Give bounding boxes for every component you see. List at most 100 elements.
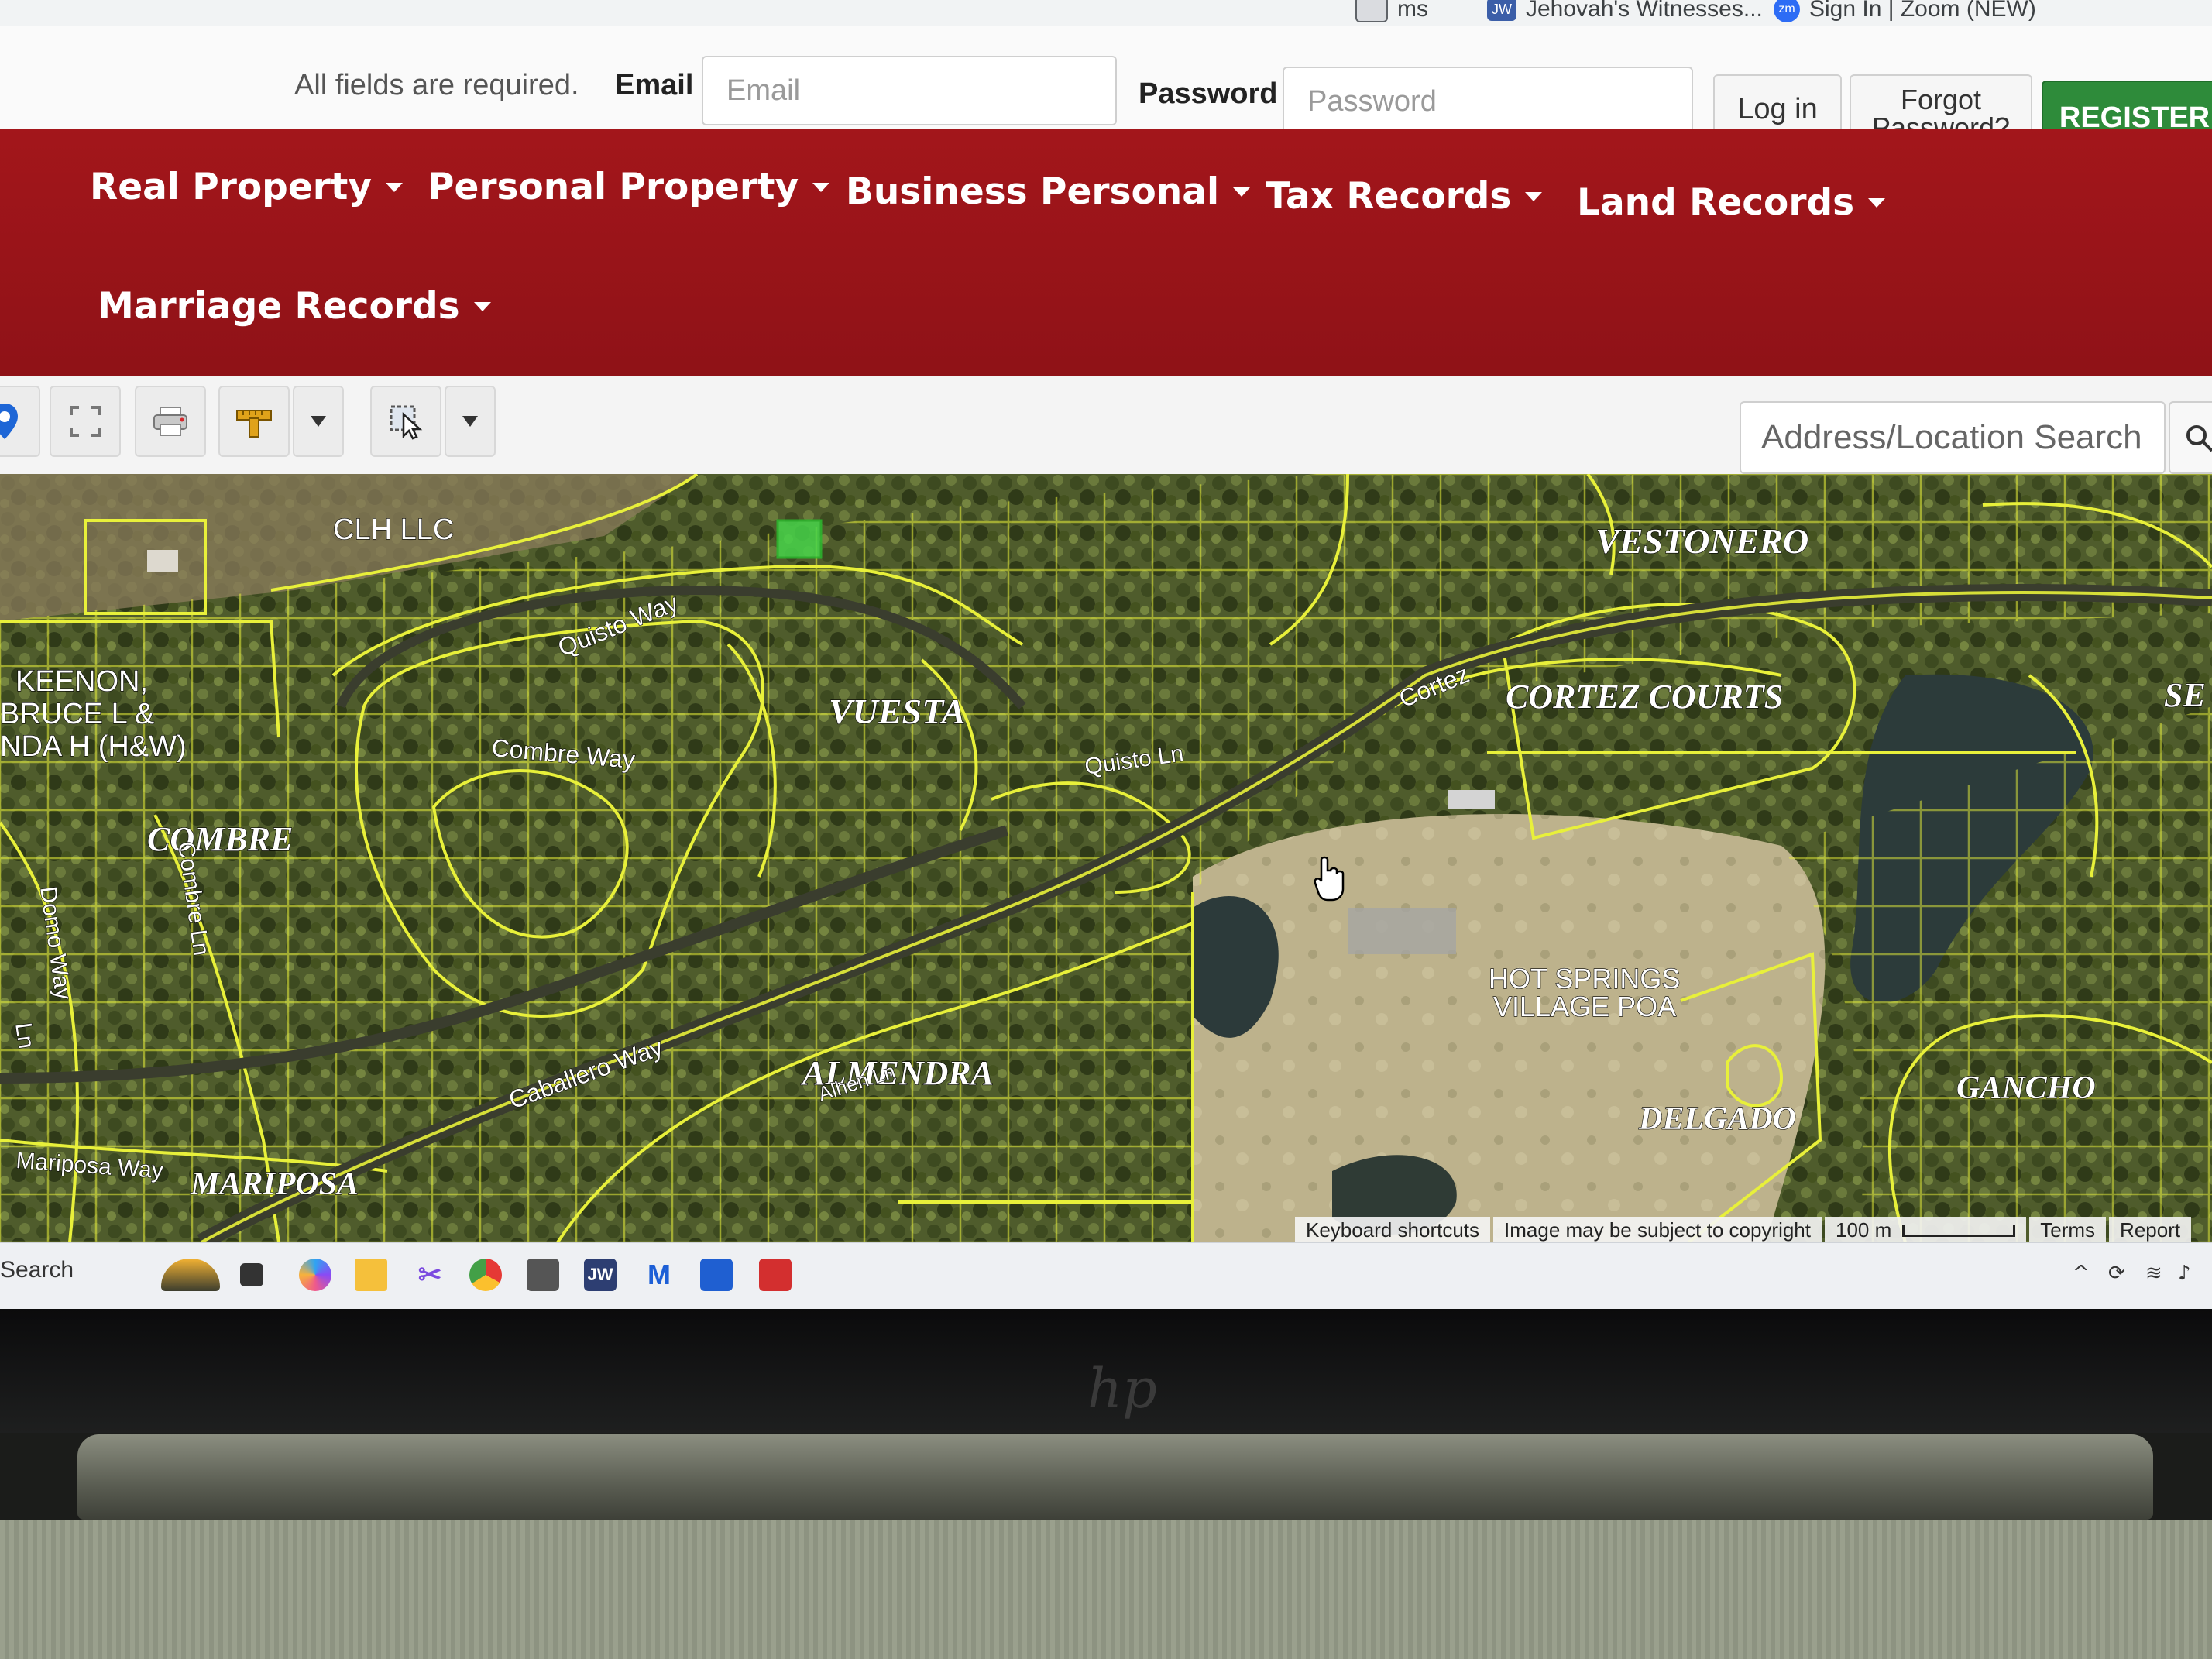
bookmark-label: Jehovah's Witnesses... (1526, 0, 1763, 22)
laptop-deck (0, 1520, 2212, 1659)
map-canvas[interactable]: CLH LLC KEENON, BRUCE L & NDA H (H&W) VE… (0, 474, 2212, 1242)
building (1448, 790, 1495, 809)
nav-label: Land Records (1577, 181, 1855, 224)
chevron-down-icon (473, 301, 491, 311)
locate-button[interactable] (0, 386, 40, 457)
chevron-down-icon (1233, 187, 1251, 197)
nav-label: Business Personal (846, 170, 1220, 213)
nav-label: Real Property (90, 166, 372, 208)
taskbar: Search ✂ JW M ^ ⟳ ≋ ♪ (0, 1242, 2212, 1309)
chrome-icon[interactable] (469, 1259, 502, 1291)
folder-icon (1355, 0, 1388, 22)
acrobat-icon[interactable] (759, 1259, 792, 1291)
sync-icon[interactable]: ⟳ (2108, 1262, 2125, 1285)
golf-course (1193, 814, 1826, 1242)
scale-label: 100 m (1836, 1218, 1892, 1242)
measure-dropdown[interactable] (293, 386, 344, 457)
volume-icon[interactable]: ♪ (2178, 1262, 2191, 1285)
scale-indicator: 100 m (1825, 1216, 2027, 1244)
bookmark-zoom[interactable]: zm Sign In | Zoom (NEW) (1774, 0, 2036, 25)
expand-icon (70, 406, 101, 437)
map-label-vestonero: VESTONERO (1595, 521, 1808, 561)
file-explorer-icon[interactable] (355, 1259, 387, 1291)
map-label-keenon: KEENON, (15, 665, 148, 698)
map-label-keenon: BRUCE L & (0, 698, 154, 730)
nav-tax-records[interactable]: Tax Records (1266, 175, 1543, 218)
address-search-input[interactable] (1740, 401, 2166, 474)
chevron-down-icon (1868, 198, 1886, 208)
keyboard-shortcuts-link[interactable]: Keyboard shortcuts (1295, 1216, 1491, 1244)
app-icon[interactable] (527, 1259, 559, 1291)
selected-parcel[interactable] (776, 519, 823, 559)
clubhouse (1348, 908, 1456, 954)
parcel-map[interactable]: CLH LLC KEENON, BRUCE L & NDA H (H&W) VE… (0, 474, 2212, 1242)
nav-land-records[interactable]: Land Records (1577, 181, 1886, 224)
hp-logo-icon: hp (1087, 1357, 1157, 1420)
chevron-down-icon (462, 416, 478, 427)
map-label-se: SE (2164, 676, 2206, 714)
password-label: Password (1139, 77, 1278, 110)
chevron-down-icon (311, 416, 326, 427)
chevron-down-icon (812, 182, 830, 192)
map-label-combre: COMBRE (147, 820, 293, 858)
select-tool-dropdown[interactable] (445, 386, 496, 457)
printer-icon (153, 407, 187, 436)
map-label-delgado: DELGADO (1638, 1101, 1796, 1137)
map-label-ln: Ln (10, 1021, 39, 1050)
bookmark-ms[interactable]: ms (1355, 0, 1428, 25)
full-extent-button[interactable] (50, 386, 121, 457)
map-label-keenon: NDA H (H&W) (0, 730, 187, 763)
login-bar: All fields are required. Email Password … (0, 26, 2212, 155)
map-label-hsv: VILLAGE POA (1493, 991, 1676, 1022)
report-link[interactable]: Report (2109, 1216, 2192, 1244)
bookmark-jw[interactable]: JW Jehovah's Witnesses... (1487, 0, 1763, 25)
bookmark-label: Sign In | Zoom (NEW) (1809, 0, 2036, 22)
email-field[interactable] (702, 56, 1117, 125)
snipping-tool-icon[interactable]: ✂ (414, 1259, 446, 1291)
print-button[interactable] (135, 386, 206, 457)
wifi-icon[interactable]: ≋ (2145, 1262, 2162, 1285)
chevron-down-icon (1525, 191, 1543, 201)
taskbar-search[interactable]: Search (0, 1257, 74, 1283)
measure-button[interactable] (218, 386, 290, 457)
chevron-up-icon[interactable]: ^ (2073, 1262, 2090, 1285)
task-view-icon[interactable] (240, 1263, 263, 1286)
bookmark-label: ms (1397, 0, 1428, 22)
password-field[interactable] (1283, 67, 1693, 136)
chevron-down-icon (385, 182, 403, 192)
nav-real-property[interactable]: Real Property (90, 166, 403, 208)
nav-personal-property[interactable]: Personal Property (428, 166, 830, 208)
map-label-hsv: HOT SPRINGS (1489, 963, 1680, 994)
email-label: Email (615, 69, 694, 101)
select-tool-button[interactable] (370, 386, 441, 457)
calendar-app-icon[interactable] (700, 1259, 733, 1291)
select-cursor-icon (390, 405, 423, 440)
map-toolbar (0, 376, 2212, 475)
jw-icon: JW (1487, 0, 1516, 21)
map-label-cortez-courts: CORTEZ COURTS (1506, 678, 1783, 716)
zoom-icon: zm (1774, 0, 1800, 22)
map-pin-icon (0, 404, 18, 439)
search-icon (2186, 425, 2212, 452)
nav-marriage-records[interactable]: Marriage Records (98, 285, 491, 328)
map-label-gancho: GANCHO (1956, 1070, 2096, 1106)
map-label-vuesta: VUESTA (829, 692, 965, 731)
building (147, 550, 178, 572)
scale-bar (1902, 1225, 2016, 1238)
map-label-mariposa: MARIPOSA (190, 1166, 359, 1202)
search-button[interactable] (2169, 401, 2212, 474)
nav-label: Tax Records (1266, 175, 1512, 218)
main-nav: Real Property Personal Property Business… (0, 129, 2212, 376)
terms-link[interactable]: Terms (2029, 1216, 2107, 1244)
copilot-icon[interactable] (299, 1259, 331, 1291)
nav-label: Marriage Records (98, 285, 460, 328)
jw-library-icon[interactable]: JW (584, 1259, 617, 1291)
malwarebytes-icon[interactable]: M (643, 1259, 675, 1291)
copyright-note: Image may be subject to copyright (1493, 1216, 1822, 1244)
weather-icon[interactable] (161, 1259, 220, 1291)
nav-business-personal[interactable]: Business Personal (846, 170, 1251, 213)
map-label-clh: CLH LLC (333, 514, 454, 546)
laptop-hinge (77, 1434, 2153, 1520)
forgot-label: Forgot (1900, 84, 1982, 115)
screen: ms JW Jehovah's Witnesses... zm Sign In … (0, 0, 2212, 1309)
